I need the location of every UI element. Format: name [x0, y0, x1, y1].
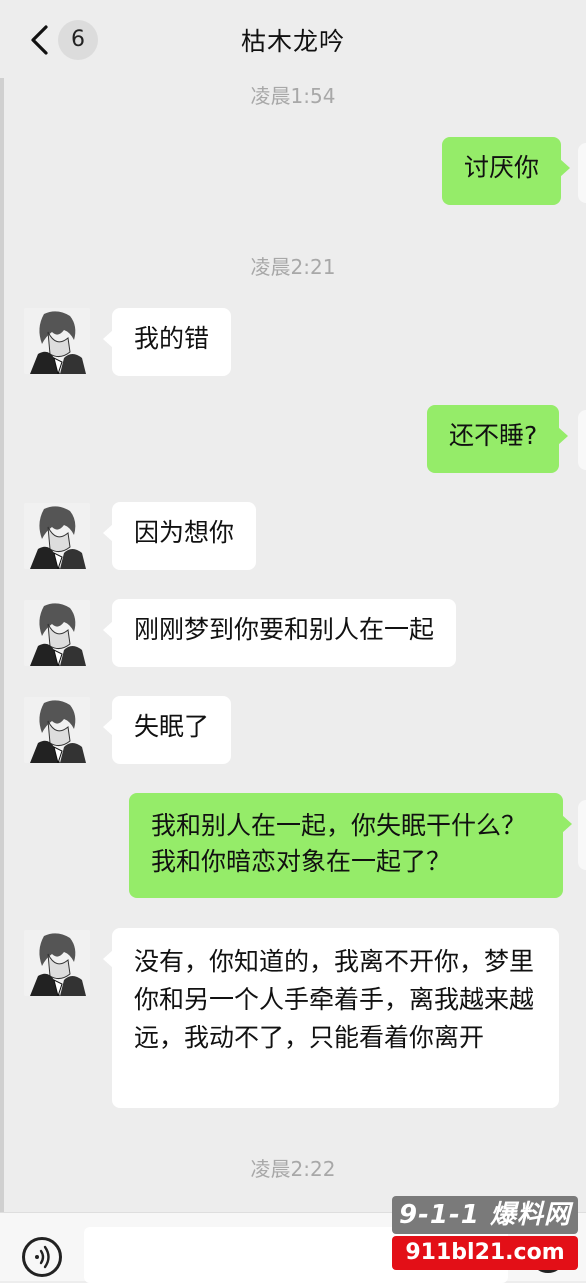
incoming-message[interactable]: 刚刚梦到你要和别人在一起: [102, 599, 457, 667]
outgoing-message[interactable]: 还不睡?: [427, 405, 569, 473]
timestamp: 凌晨2:21: [250, 255, 336, 279]
incoming-message[interactable]: 因为想你: [102, 502, 257, 570]
right-edge-fragment: [578, 410, 586, 470]
incoming-message[interactable]: 失眠了: [102, 696, 232, 764]
right-edge-fragment: [578, 143, 586, 203]
chat-header: 枯木龙吟 6: [0, 0, 586, 78]
outgoing-message[interactable]: 讨厌你: [442, 137, 571, 205]
avatar-illustration-icon: [24, 308, 90, 374]
avatar-illustration-icon: [24, 697, 90, 763]
avatar-illustration-icon: [24, 930, 90, 996]
contact-avatar[interactable]: [24, 600, 90, 666]
watermark: 9-1-1 爆料网 911bl21.com: [392, 1196, 578, 1274]
back-button[interactable]: 6: [22, 18, 112, 62]
voice-icon: [35, 1245, 50, 1269]
incoming-message[interactable]: 没有，你知道的，我离不开你，梦里你和另一个人手牵着手，离我越来越远，我动不了，只…: [103, 928, 559, 1108]
watermark-url: 911bl21.com: [392, 1236, 578, 1270]
unread-count-badge: 6: [58, 20, 98, 60]
incoming-message[interactable]: 我的错: [102, 308, 232, 376]
right-edge-fragment: [578, 800, 586, 870]
timestamp: 凌晨1:54: [250, 84, 336, 108]
contact-avatar[interactable]: [24, 697, 90, 763]
timestamp: 凌晨2:22: [250, 1157, 336, 1181]
contact-avatar[interactable]: [24, 930, 90, 996]
left-edge: [0, 0, 4, 1280]
voice-input-button[interactable]: [22, 1237, 62, 1277]
back-chevron-icon: [31, 25, 48, 55]
outgoing-message[interactable]: 我和别人在一起，你失眠干什么？我和你暗恋对象在一起了？: [129, 793, 572, 898]
contact-avatar[interactable]: [24, 503, 90, 569]
avatar-illustration-icon: [24, 503, 90, 569]
contact-avatar[interactable]: [24, 308, 90, 374]
avatar-illustration-icon: [24, 600, 90, 666]
watermark-brand: 9-1-1 爆料网: [392, 1196, 578, 1234]
